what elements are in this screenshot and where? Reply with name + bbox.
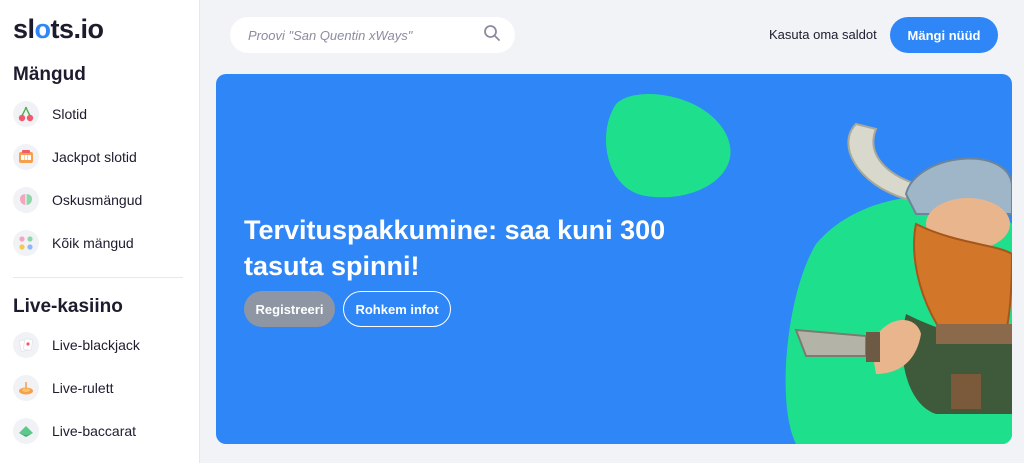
play-now-button[interactable]: Mängi nüüd bbox=[890, 17, 998, 53]
cards-icon bbox=[13, 332, 39, 358]
more-info-button[interactable]: Rohkem infot bbox=[343, 291, 451, 327]
sidebar-item-all-games[interactable]: Kõik mängud bbox=[13, 226, 188, 260]
sidebar-item-label: Slotid bbox=[52, 106, 88, 122]
register-button[interactable]: Registreeri bbox=[244, 291, 335, 327]
logo[interactable]: slots.io bbox=[13, 14, 104, 44]
sidebar-item-slots[interactable]: Slotid bbox=[13, 97, 188, 131]
sidebar-divider bbox=[13, 277, 183, 278]
brain-icon bbox=[13, 187, 39, 213]
sidebar-item-live-blackjack[interactable]: Live-blackjack bbox=[13, 328, 188, 362]
cherries-icon bbox=[13, 101, 39, 127]
sidebar-item-live-baccarat[interactable]: Live-baccarat bbox=[13, 414, 188, 448]
sidebar-item-label: Kõik mängud bbox=[52, 235, 134, 251]
search-icon[interactable] bbox=[483, 24, 501, 47]
roulette-icon bbox=[13, 375, 39, 401]
banner-title: Tervituspakkumine: saa kuni 300 tasuta s… bbox=[244, 215, 666, 282]
sidebar-item-label: Live-blackjack bbox=[52, 337, 140, 353]
sidebar-item-jackpot-slots[interactable]: Jackpot slotid bbox=[13, 140, 188, 174]
sidebar-item-label: Oskusmängud bbox=[52, 192, 143, 208]
sidebar-item-skill-games[interactable]: Oskusmängud bbox=[13, 183, 188, 217]
section-title-live-casino: Live-kasiino bbox=[13, 296, 123, 317]
promo-banner: Tervituspakkumine: saa kuni 300 tasuta s… bbox=[216, 74, 1012, 444]
sidebar-item-live-roulette[interactable]: Live-rulett bbox=[13, 371, 188, 405]
jackpot-machine-icon bbox=[13, 144, 39, 170]
sidebar-item-label: Live-rulett bbox=[52, 380, 114, 396]
sidebar: slots.io Mängud Slotid Jackpot slotid Os… bbox=[0, 0, 200, 463]
grid-dots-icon bbox=[13, 230, 39, 256]
use-balance-link[interactable]: Kasuta oma saldot bbox=[769, 27, 877, 42]
section-title-games: Mängud bbox=[13, 64, 86, 85]
search-input[interactable] bbox=[246, 26, 483, 44]
search-bar[interactable] bbox=[230, 17, 515, 53]
club-icon bbox=[13, 418, 39, 444]
sidebar-item-label: Jackpot slotid bbox=[52, 149, 137, 165]
sidebar-item-label: Live-baccarat bbox=[52, 423, 137, 439]
